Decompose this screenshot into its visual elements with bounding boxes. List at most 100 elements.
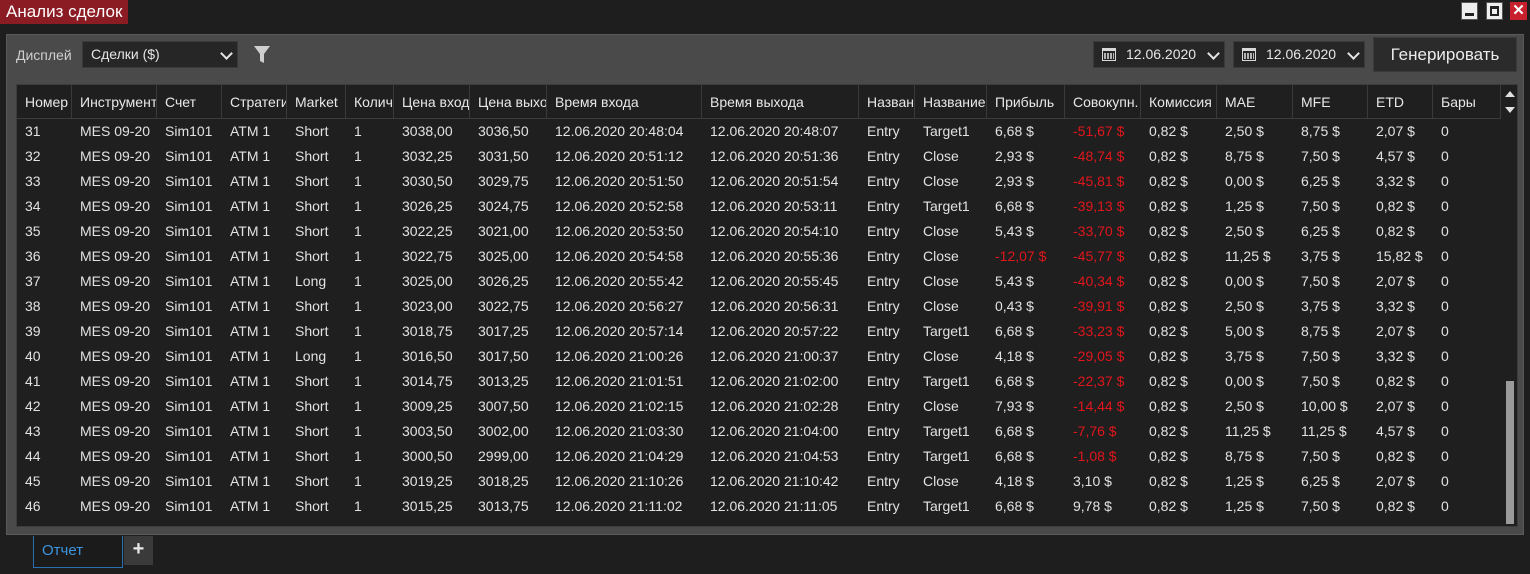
cell-bars: 0	[1441, 148, 1449, 164]
cell-quantity: 1	[354, 273, 362, 289]
column-header-profit[interactable]: Прибыль	[987, 85, 1065, 119]
column-header-quantity[interactable]: Количество	[346, 85, 394, 119]
cell-cum-profit: -22,37 $	[1073, 373, 1125, 389]
vertical-scrollbar[interactable]	[1503, 85, 1517, 526]
table-row[interactable]: 37 MES 09-20 Sim101 ATM 1 Long 1 3025,00 3026,2…	[17, 269, 1501, 294]
table-row[interactable]: 35 MES 09-20 Sim101 ATM 1 Short 1 3022,25 3021,…	[17, 219, 1501, 244]
cell-market: Short	[295, 498, 329, 514]
table-row[interactable]: 40 MES 09-20 Sim101 ATM 1 Long 1 3016,50 3017,5…	[17, 344, 1501, 369]
cell-commission: 0,82 $	[1149, 448, 1188, 464]
cell-profit: 6,68 $	[995, 448, 1034, 464]
cell-market: Long	[295, 273, 327, 289]
cell-entry-time: 12.06.2020 21:00:26	[555, 348, 684, 364]
cell-exit-name: Close	[923, 298, 959, 314]
column-header-account[interactable]: Счет	[157, 85, 222, 119]
cell-entry-time: 12.06.2020 21:11:02	[555, 498, 683, 514]
cell-mfe: 7,50 $	[1301, 498, 1340, 514]
cell-profit: 6,68 $	[995, 198, 1034, 214]
maximize-icon[interactable]	[1486, 2, 1503, 20]
cell-strategy: ATM 1	[230, 373, 271, 389]
table-row[interactable]: 41 MES 09-20 Sim101 ATM 1 Short 1 3014,75 3013,…	[17, 369, 1501, 394]
table-row[interactable]: 43 MES 09-20 Sim101 ATM 1 Short 1 3003,50 3002,…	[17, 419, 1501, 444]
column-header-etd[interactable]: ETD	[1368, 85, 1433, 119]
cell-number: 40	[25, 348, 41, 364]
close-icon[interactable]: ✕	[1510, 2, 1527, 20]
cell-exit-time: 12.06.2020 21:02:00	[710, 373, 839, 389]
cell-etd: 0,82 $	[1376, 223, 1415, 239]
cell-entry-time: 12.06.2020 21:03:30	[555, 423, 684, 439]
table-row[interactable]: 34 MES 09-20 Sim101 ATM 1 Short 1 3026,25 3024,…	[17, 194, 1501, 219]
cell-cum-profit: -14,44 $	[1073, 398, 1125, 414]
add-tab-button[interactable]: +	[124, 536, 153, 565]
filter-icon[interactable]	[253, 45, 271, 65]
cell-exit-name: Close	[923, 173, 959, 189]
cell-entry-price: 3026,25	[402, 198, 453, 214]
cell-profit: 6,68 $	[995, 423, 1034, 439]
generate-button[interactable]: Генерировать	[1373, 37, 1517, 72]
cell-mae: 0,00 $	[1225, 373, 1264, 389]
table-row[interactable]: 45 MES 09-20 Sim101 ATM 1 Short 1 3019,25 3018,…	[17, 469, 1501, 494]
column-header-exit-name[interactable]: Название	[915, 85, 987, 119]
cell-exit-price: 3017,25	[478, 323, 529, 339]
cell-quantity: 1	[354, 248, 362, 264]
table-row[interactable]: 36 MES 09-20 Sim101 ATM 1 Short 1 3022,75 3025,…	[17, 244, 1501, 269]
cell-commission: 0,82 $	[1149, 423, 1188, 439]
cell-exit-time: 12.06.2020 21:04:53	[710, 448, 839, 464]
column-header-market[interactable]: Market	[287, 85, 346, 119]
cell-strategy: ATM 1	[230, 348, 271, 364]
column-header-instrument[interactable]: Инструмент	[72, 85, 157, 119]
cell-etd: 0,82 $	[1376, 448, 1415, 464]
column-header-entry-name[interactable]: Название	[859, 85, 915, 119]
minimize-icon[interactable]	[1461, 2, 1478, 20]
cell-strategy: ATM 1	[230, 498, 271, 514]
cell-entry-name: Entry	[867, 248, 900, 264]
table-row[interactable]: 31 MES 09-20 Sim101 ATM 1 Short 1 3038,00 3036,…	[17, 119, 1501, 144]
cell-entry-price: 3038,00	[402, 123, 453, 139]
column-header-commission[interactable]: Комиссия	[1141, 85, 1217, 119]
table-row[interactable]: 39 MES 09-20 Sim101 ATM 1 Short 1 3018,75 3017,…	[17, 319, 1501, 344]
column-header-bars[interactable]: Бары	[1433, 85, 1501, 119]
grid-header: НомерИнструментСчетСтратегияMarketКоличе…	[17, 85, 1501, 119]
column-header-mae[interactable]: MAE	[1217, 85, 1293, 119]
cell-exit-price: 3013,75	[478, 498, 529, 514]
date-from-value: 12.06.2020	[1126, 46, 1197, 62]
scrollbar-thumb[interactable]	[1506, 381, 1514, 524]
cell-cum-profit: -45,77 $	[1073, 248, 1125, 264]
cell-profit: 6,68 $	[995, 373, 1034, 389]
cell-entry-time: 12.06.2020 21:02:15	[555, 398, 684, 414]
column-header-exit-price[interactable]: Цена выхода	[470, 85, 547, 119]
column-header-strategy[interactable]: Стратегия	[222, 85, 287, 119]
table-row[interactable]: 42 MES 09-20 Sim101 ATM 1 Short 1 3009,25 3007,…	[17, 394, 1501, 419]
cell-exit-price: 3021,00	[478, 223, 529, 239]
column-header-number[interactable]: Номер	[17, 85, 72, 119]
date-from-select[interactable]: 12.06.2020	[1093, 41, 1225, 68]
table-row[interactable]: 38 MES 09-20 Sim101 ATM 1 Short 1 3023,00 3022,…	[17, 294, 1501, 319]
table-row[interactable]: 44 MES 09-20 Sim101 ATM 1 Short 1 3000,50 2999,…	[17, 444, 1501, 469]
scroll-down-icon[interactable]	[1505, 107, 1515, 113]
cell-etd: 4,57 $	[1376, 423, 1415, 439]
cell-account: Sim101	[165, 498, 213, 514]
cell-entry-price: 3022,75	[402, 248, 453, 264]
cell-instrument: MES 09-20	[80, 498, 151, 514]
cell-mfe: 8,75 $	[1301, 123, 1340, 139]
display-select-value: Сделки ($)	[91, 46, 160, 62]
date-to-select[interactable]: 12.06.2020	[1233, 41, 1365, 68]
cell-profit: 0,43 $	[995, 298, 1034, 314]
column-header-cum-profit[interactable]: Совокупн.	[1065, 85, 1141, 119]
table-row[interactable]: 46 MES 09-20 Sim101 ATM 1 Short 1 3015,25 3013,…	[17, 494, 1501, 519]
column-header-entry-time[interactable]: Время входа	[547, 85, 702, 119]
cell-bars: 0	[1441, 123, 1449, 139]
cell-number: 39	[25, 323, 41, 339]
table-row[interactable]: 33 MES 09-20 Sim101 ATM 1 Short 1 3030,50 3029,…	[17, 169, 1501, 194]
cell-quantity: 1	[354, 398, 362, 414]
column-header-exit-time[interactable]: Время выхода	[702, 85, 859, 119]
cell-entry-price: 3000,50	[402, 448, 453, 464]
column-header-entry-price[interactable]: Цена входа	[394, 85, 470, 119]
table-row[interactable]: 32 MES 09-20 Sim101 ATM 1 Short 1 3032,25 3031,…	[17, 144, 1501, 169]
display-select[interactable]: Сделки ($)	[82, 41, 238, 68]
cell-exit-time: 12.06.2020 20:55:45	[710, 273, 839, 289]
column-header-mfe[interactable]: MFE	[1293, 85, 1368, 119]
calendar-icon	[1102, 48, 1116, 61]
tab-report[interactable]: Отчет	[33, 536, 123, 568]
scroll-up-icon[interactable]	[1505, 91, 1515, 97]
